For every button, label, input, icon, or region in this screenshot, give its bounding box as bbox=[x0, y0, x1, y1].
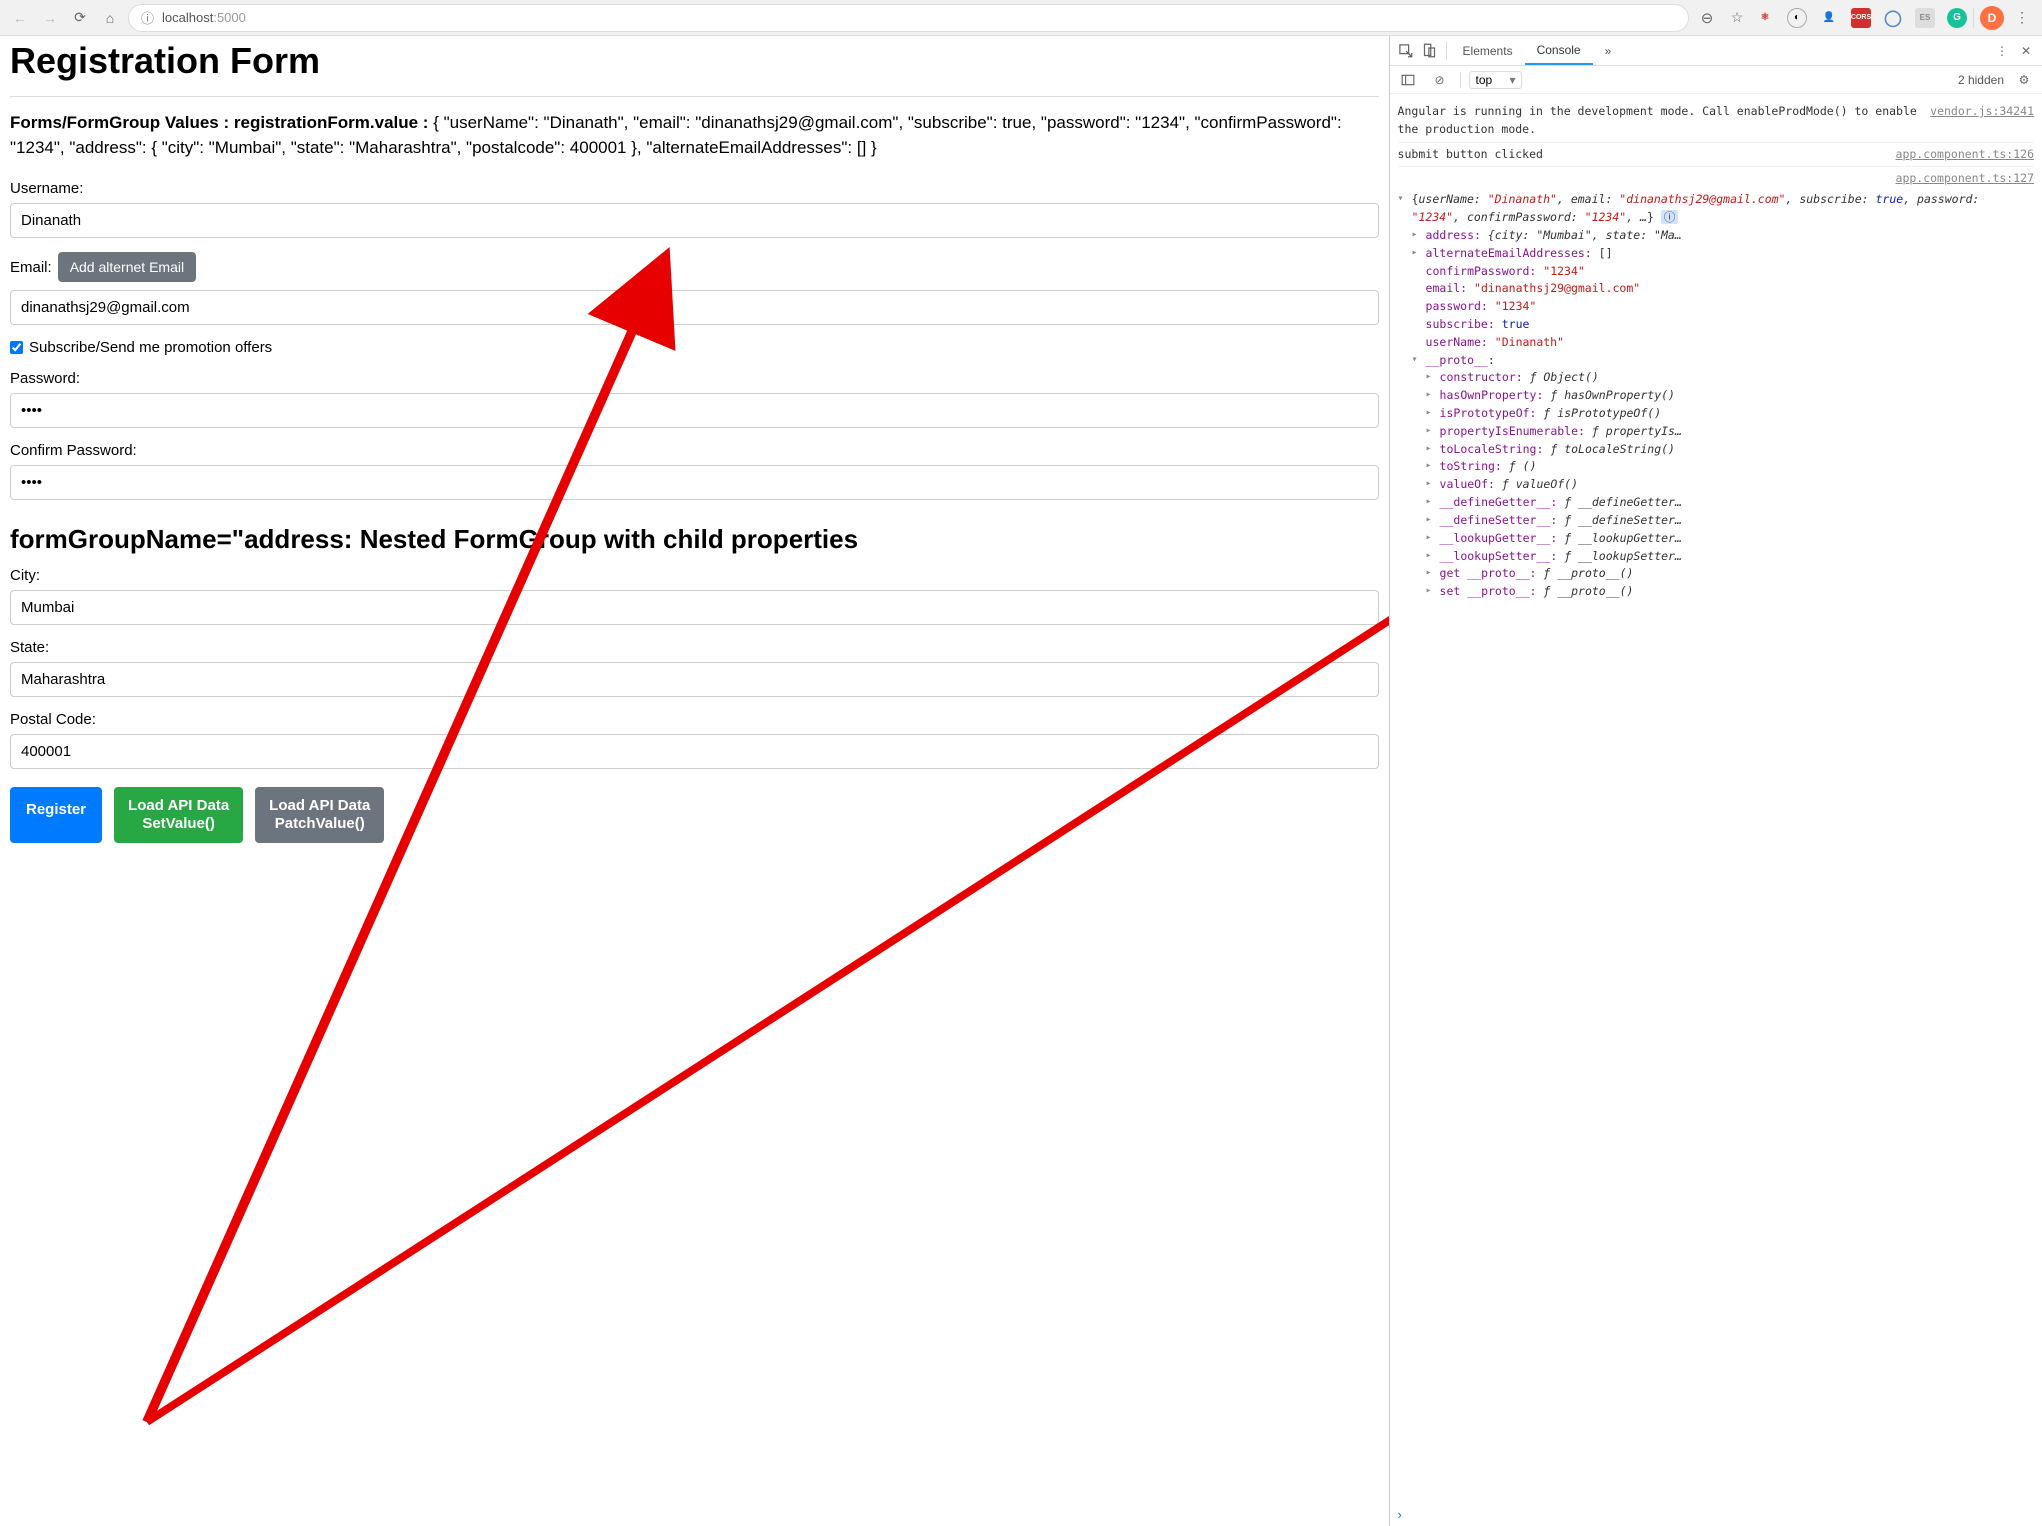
add-alternate-email-button[interactable]: Add alternet Email bbox=[58, 252, 196, 282]
email-input[interactable] bbox=[10, 290, 1379, 325]
ext-es-icon[interactable]: ES bbox=[1915, 8, 1935, 28]
dump-prefix: Forms/FormGroup Values : registrationFor… bbox=[10, 113, 433, 132]
city-input[interactable] bbox=[10, 590, 1379, 625]
prop-email: email: "dinanathsj29@gmail.com" bbox=[1412, 280, 2034, 298]
prop-proto[interactable]: __proto__: constructor: ƒ Object() hasOw… bbox=[1412, 352, 2034, 601]
proto-tolocalestring[interactable]: toLocaleString: ƒ toLocaleString() bbox=[1426, 441, 2034, 459]
prop-alternate-emails[interactable]: alternateEmailAddresses: [] bbox=[1412, 245, 2034, 263]
prop-password: password: "1234" bbox=[1412, 298, 2034, 316]
devtools-toolbar: ⊘ top 2 hidden ⚙ bbox=[1390, 66, 2042, 94]
obj-preview: {userName: "Dinanath", email: "dinanaths… bbox=[1412, 192, 1980, 224]
src-component-127[interactable]: app.component.ts:127 bbox=[1896, 170, 2034, 188]
console-output: Angular is running in the development mo… bbox=[1390, 94, 2042, 1503]
msg-angular: Angular is running in the development mo… bbox=[1398, 103, 1919, 139]
proto-definegetter[interactable]: __defineGetter__: ƒ __defineGetter… bbox=[1426, 494, 2034, 512]
username-label: Username: bbox=[10, 180, 1379, 197]
page-content: Registration Form Forms/FormGroup Values… bbox=[0, 36, 1389, 1526]
nested-heading: formGroupName="address: Nested FormGroup… bbox=[10, 524, 1379, 555]
proto-tostring[interactable]: toString: ƒ () bbox=[1426, 458, 2034, 476]
proto-get-proto[interactable]: get __proto__: ƒ __proto__() bbox=[1426, 565, 2034, 583]
form-values-dump: Forms/FormGroup Values : registrationFor… bbox=[10, 111, 1379, 160]
console-prompt[interactable]: › bbox=[1390, 1503, 2042, 1526]
proto-propertyisenumerable[interactable]: propertyIsEnumerable: ƒ propertyIs… bbox=[1426, 423, 2034, 441]
console-settings-icon[interactable]: ⚙ bbox=[2012, 68, 2036, 92]
button-row: Register Load API Data SetValue() Load A… bbox=[10, 787, 1379, 843]
proto-definesetter[interactable]: __defineSetter__: ƒ __defineSetter… bbox=[1426, 512, 2034, 530]
load-patch-line2: PatchValue() bbox=[275, 815, 365, 833]
proto-hasownproperty[interactable]: hasOwnProperty: ƒ hasOwnProperty() bbox=[1426, 387, 2034, 405]
console-clear-icon[interactable]: ⊘ bbox=[1428, 68, 1452, 92]
msg-submit: submit button clicked bbox=[1398, 146, 1543, 164]
devtools-tabs: Elements Console » ⋮ ✕ bbox=[1390, 36, 2042, 66]
console-sidebar-icon[interactable] bbox=[1396, 68, 1420, 92]
page-title: Registration Form bbox=[10, 40, 1379, 82]
zoom-out-icon[interactable]: ⊖ bbox=[1695, 6, 1719, 30]
url-port: :5000 bbox=[213, 10, 246, 25]
load-patchvalue-button[interactable]: Load API Data PatchValue() bbox=[255, 787, 384, 843]
profile-avatar[interactable]: D bbox=[1980, 6, 2004, 30]
console-object-tree[interactable]: {userName: "Dinanath", email: "dinanaths… bbox=[1398, 191, 2034, 601]
subscribe-label: Subscribe/Send me promotion offers bbox=[29, 339, 272, 356]
forward-button[interactable]: → bbox=[38, 6, 62, 30]
password-input[interactable] bbox=[10, 393, 1379, 428]
ext-cors-icon[interactable]: CORS bbox=[1851, 8, 1871, 28]
obj-root[interactable]: {userName: "Dinanath", email: "dinanaths… bbox=[1398, 191, 2034, 601]
proto-lookupsetter[interactable]: __lookupSetter__: ƒ __lookupSetter… bbox=[1426, 548, 2034, 566]
username-input[interactable] bbox=[10, 203, 1379, 238]
hidden-count: 2 hidden bbox=[1958, 73, 2004, 87]
prop-subscribe: subscribe: true bbox=[1412, 316, 2034, 334]
city-label: City: bbox=[10, 567, 1379, 584]
home-button[interactable]: ⌂ bbox=[98, 6, 122, 30]
confirm-password-input[interactable] bbox=[10, 465, 1379, 500]
info-icon: ⓘ bbox=[141, 8, 154, 27]
src-vendor[interactable]: vendor.js:34241 bbox=[1930, 103, 2034, 139]
postal-label: Postal Code: bbox=[10, 711, 1379, 728]
prop-confirm-password: confirmPassword: "1234" bbox=[1412, 263, 2034, 281]
password-label: Password: bbox=[10, 370, 1379, 387]
divider bbox=[10, 96, 1379, 97]
devtools-close-icon[interactable]: ✕ bbox=[2014, 39, 2038, 63]
proto-set-proto[interactable]: set __proto__: ƒ __proto__() bbox=[1426, 583, 2034, 601]
devtools-menu-icon[interactable]: ⋮ bbox=[1990, 39, 2014, 63]
state-input[interactable] bbox=[10, 662, 1379, 697]
proto-lookupgetter[interactable]: __lookupGetter__: ƒ __lookupGetter… bbox=[1426, 530, 2034, 548]
tab-elements[interactable]: Elements bbox=[1451, 38, 1525, 64]
context-select[interactable]: top bbox=[1469, 71, 1522, 89]
devtools-panel: Elements Console » ⋮ ✕ ⊘ top 2 hidden ⚙ bbox=[1389, 36, 2042, 1526]
address-bar[interactable]: ⓘ localhost:5000 bbox=[128, 4, 1689, 32]
ext-grammarly-icon[interactable]: G bbox=[1947, 8, 1967, 28]
register-button[interactable]: Register bbox=[10, 787, 102, 843]
tab-console[interactable]: Console bbox=[1525, 37, 1593, 65]
prop-username: userName: "Dinanath" bbox=[1412, 334, 2034, 352]
proto-isprototypeof[interactable]: isPrototypeOf: ƒ isPrototypeOf() bbox=[1426, 405, 2034, 423]
state-label: State: bbox=[10, 639, 1379, 656]
load-setvalue-button[interactable]: Load API Data SetValue() bbox=[114, 787, 243, 843]
browser-toolbar: ← → ⟳ ⌂ ⓘ localhost:5000 ⊖ ☆ ⚛ ◐ 👤 CORS … bbox=[0, 0, 2042, 36]
device-toolbar-icon[interactable] bbox=[1418, 39, 1442, 63]
ext-opera-icon[interactable]: ◯ bbox=[1883, 8, 1903, 28]
ext-circle-icon[interactable]: ◐ bbox=[1787, 8, 1807, 28]
bookmark-star-icon[interactable]: ☆ bbox=[1725, 6, 1749, 30]
menu-button[interactable]: ⋮ bbox=[2010, 6, 2034, 30]
load-set-line1: Load API Data bbox=[128, 797, 229, 815]
url-host: localhost bbox=[162, 10, 213, 25]
confirm-password-label: Confirm Password: bbox=[10, 442, 1379, 459]
inspect-element-icon[interactable] bbox=[1394, 39, 1418, 63]
load-patch-line1: Load API Data bbox=[269, 797, 370, 815]
proto-valueof[interactable]: valueOf: ƒ valueOf() bbox=[1426, 476, 2034, 494]
extensions: ⚛ ◐ 👤 CORS ◯ ES G bbox=[1755, 8, 1967, 28]
src-component-126[interactable]: app.component.ts:126 bbox=[1896, 146, 2034, 164]
back-button[interactable]: ← bbox=[8, 6, 32, 30]
postal-input[interactable] bbox=[10, 734, 1379, 769]
proto-constructor[interactable]: constructor: ƒ Object() bbox=[1426, 369, 2034, 387]
prop-address[interactable]: address: {city: "Mumbai", state: "Ma… bbox=[1412, 227, 2034, 245]
reload-button[interactable]: ⟳ bbox=[68, 6, 92, 30]
ext-redux-icon[interactable]: ⚛ bbox=[1755, 8, 1775, 28]
tab-more[interactable]: » bbox=[1593, 38, 1624, 64]
load-set-line2: SetValue() bbox=[142, 815, 215, 833]
subscribe-checkbox[interactable] bbox=[10, 341, 23, 354]
email-label: Email: bbox=[10, 259, 52, 276]
ext-avatar-icon[interactable]: 👤 bbox=[1819, 8, 1839, 28]
